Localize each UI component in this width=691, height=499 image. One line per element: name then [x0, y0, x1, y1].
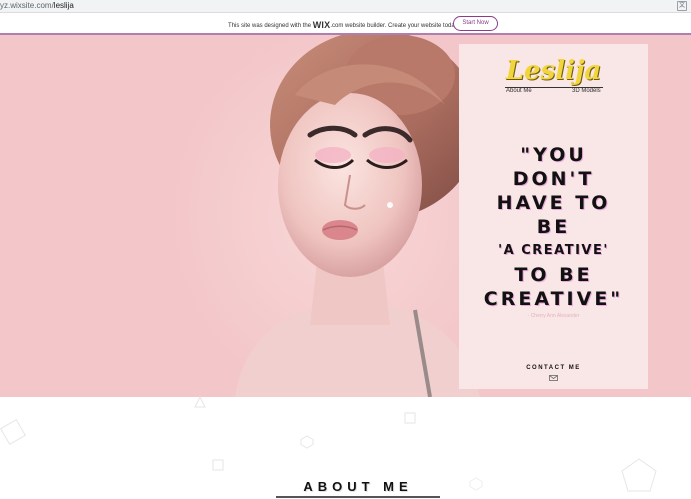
quote-line: 'A CREATIVE'	[498, 243, 609, 258]
nav-about-me[interactable]: About Me	[506, 88, 532, 94]
wix-banner-suffix: .com website builder. Create your websit…	[330, 23, 459, 29]
quote-author: - Cherry Ann Alexander	[527, 313, 580, 319]
hero-section: Leslija About Me 3D Models "YOU DON'T HA…	[0, 35, 691, 397]
decorative-triangle	[194, 395, 206, 408]
decorative-square	[404, 412, 416, 424]
envelope-icon[interactable]	[549, 375, 558, 381]
wix-banner-message: This site was designed with the WIX.com …	[228, 20, 459, 30]
portrait-illustration	[235, 35, 480, 397]
hero-quote: "YOU DON'T HAVE TO BE 'A CREATIVE' TO BE…	[459, 143, 648, 311]
decorative-square	[0, 419, 26, 445]
wix-promo-banner: This site was designed with the WIX.com …	[0, 13, 691, 35]
decorative-square	[212, 459, 224, 471]
contact-me-link[interactable]: CONTACT ME	[459, 365, 648, 371]
quote-line: CREATIVE"	[483, 288, 624, 310]
decorative-hexagon	[300, 435, 314, 449]
nav-3d-models[interactable]: 3D Models	[572, 88, 601, 94]
decorative-pentagon	[621, 458, 657, 492]
about-me-underline	[276, 496, 440, 498]
about-section: ABOUT ME	[0, 395, 691, 499]
start-now-button[interactable]: Start Now	[453, 16, 498, 31]
wix-banner-prefix: This site was designed with the	[228, 23, 313, 29]
quote-line: TO BE	[514, 264, 593, 286]
quote-line: DON'T	[512, 168, 595, 190]
decorative-hexagon	[469, 477, 483, 491]
url-text[interactable]: yz.wixsite.com/leslija	[0, 1, 74, 10]
hero-info-panel: Leslija About Me 3D Models "YOU DON'T HA…	[459, 44, 648, 389]
quote-line: "YOU	[520, 144, 587, 166]
browser-address-bar[interactable]: yz.wixsite.com/leslija 文	[0, 0, 691, 13]
wix-logo: WIX	[312, 20, 331, 30]
site-logo[interactable]: Leslija	[459, 56, 648, 86]
quote-line: HAVE TO	[496, 192, 611, 214]
quote-line: BE	[536, 216, 571, 238]
about-me-heading: ABOUT ME	[303, 479, 413, 494]
translate-icon[interactable]: 文	[677, 1, 687, 11]
